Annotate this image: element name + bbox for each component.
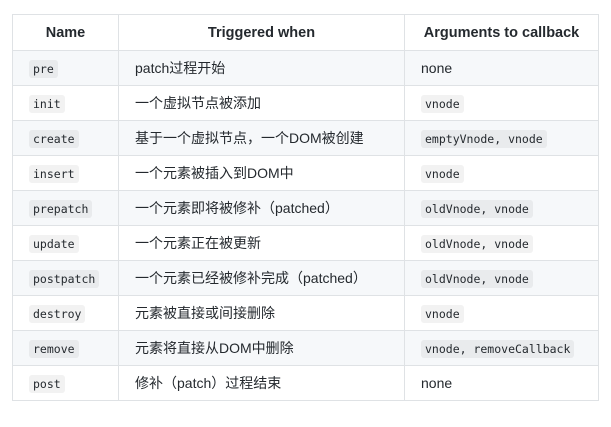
header-arguments: Arguments to callback: [404, 14, 599, 51]
args-code: vnode, removeCallback: [421, 340, 575, 358]
hook-name: prepatch: [29, 200, 93, 218]
cell-desc: patch过程开始: [118, 50, 405, 86]
cell-name: update: [12, 225, 119, 261]
cell-args: vnode: [404, 295, 599, 331]
hook-name: postpatch: [29, 270, 100, 288]
table-row: pre patch过程开始 none: [12, 50, 599, 86]
cell-desc: 元素被直接或间接删除: [118, 295, 405, 331]
args-code: vnode: [421, 165, 464, 183]
args-code: vnode: [421, 95, 464, 113]
cell-desc: 元素将直接从DOM中删除: [118, 330, 405, 366]
hook-name: insert: [29, 165, 79, 183]
args-text: none: [421, 60, 453, 76]
args-code: emptyVnode, vnode: [421, 130, 547, 148]
cell-args: vnode: [404, 155, 599, 191]
args-text: none: [421, 375, 453, 391]
header-name: Name: [12, 14, 119, 51]
cell-desc: 一个元素已经被修补完成（patched）: [118, 260, 405, 296]
cell-name: pre: [12, 50, 119, 86]
table-row: init 一个虚拟节点被添加 vnode: [12, 85, 599, 121]
cell-args: vnode, removeCallback: [404, 330, 599, 366]
cell-desc: 一个元素正在被更新: [118, 225, 405, 261]
cell-desc: 一个元素被插入到DOM中: [118, 155, 405, 191]
hooks-table: Name Triggered when Arguments to callbac…: [12, 14, 599, 401]
cell-args: vnode: [404, 85, 599, 121]
cell-desc: 一个虚拟节点被添加: [118, 85, 405, 121]
cell-args: oldVnode, vnode: [404, 190, 599, 226]
cell-args: oldVnode, vnode: [404, 260, 599, 296]
hooks-table-container: Name Triggered when Arguments to callbac…: [12, 14, 599, 401]
cell-args: emptyVnode, vnode: [404, 120, 599, 156]
cell-name: create: [12, 120, 119, 156]
table-row: insert 一个元素被插入到DOM中 vnode: [12, 155, 599, 191]
cell-desc: 基于一个虚拟节点，一个DOM被创建: [118, 120, 405, 156]
table-row: post 修补（patch）过程结束 none: [12, 365, 599, 401]
cell-name: postpatch: [12, 260, 119, 296]
header-triggered-when: Triggered when: [118, 14, 405, 51]
table-row: postpatch 一个元素已经被修补完成（patched） oldVnode,…: [12, 260, 599, 296]
cell-args: oldVnode, vnode: [404, 225, 599, 261]
table-row: create 基于一个虚拟节点，一个DOM被创建 emptyVnode, vno…: [12, 120, 599, 156]
cell-name: insert: [12, 155, 119, 191]
cell-args: none: [404, 365, 599, 401]
args-code: oldVnode, vnode: [421, 235, 533, 253]
cell-desc: 一个元素即将被修补（patched）: [118, 190, 405, 226]
hook-name: init: [29, 95, 65, 113]
table-row: destroy 元素被直接或间接删除 vnode: [12, 295, 599, 331]
cell-name: post: [12, 365, 119, 401]
cell-name: init: [12, 85, 119, 121]
hook-name: pre: [29, 60, 58, 78]
hook-name: post: [29, 375, 65, 393]
cell-desc: 修补（patch）过程结束: [118, 365, 405, 401]
table-row: update 一个元素正在被更新 oldVnode, vnode: [12, 225, 599, 261]
cell-name: prepatch: [12, 190, 119, 226]
table-row: remove 元素将直接从DOM中删除 vnode, removeCallbac…: [12, 330, 599, 366]
cell-args: none: [404, 50, 599, 86]
cell-name: destroy: [12, 295, 119, 331]
hook-name: destroy: [29, 305, 86, 323]
table-row: prepatch 一个元素即将被修补（patched） oldVnode, vn…: [12, 190, 599, 226]
args-code: vnode: [421, 305, 464, 323]
hook-name: create: [29, 130, 79, 148]
hook-name: update: [29, 235, 79, 253]
cell-name: remove: [12, 330, 119, 366]
table-header-row: Name Triggered when Arguments to callbac…: [12, 14, 599, 51]
args-code: oldVnode, vnode: [421, 200, 533, 218]
args-code: oldVnode, vnode: [421, 270, 533, 288]
hook-name: remove: [29, 340, 79, 358]
